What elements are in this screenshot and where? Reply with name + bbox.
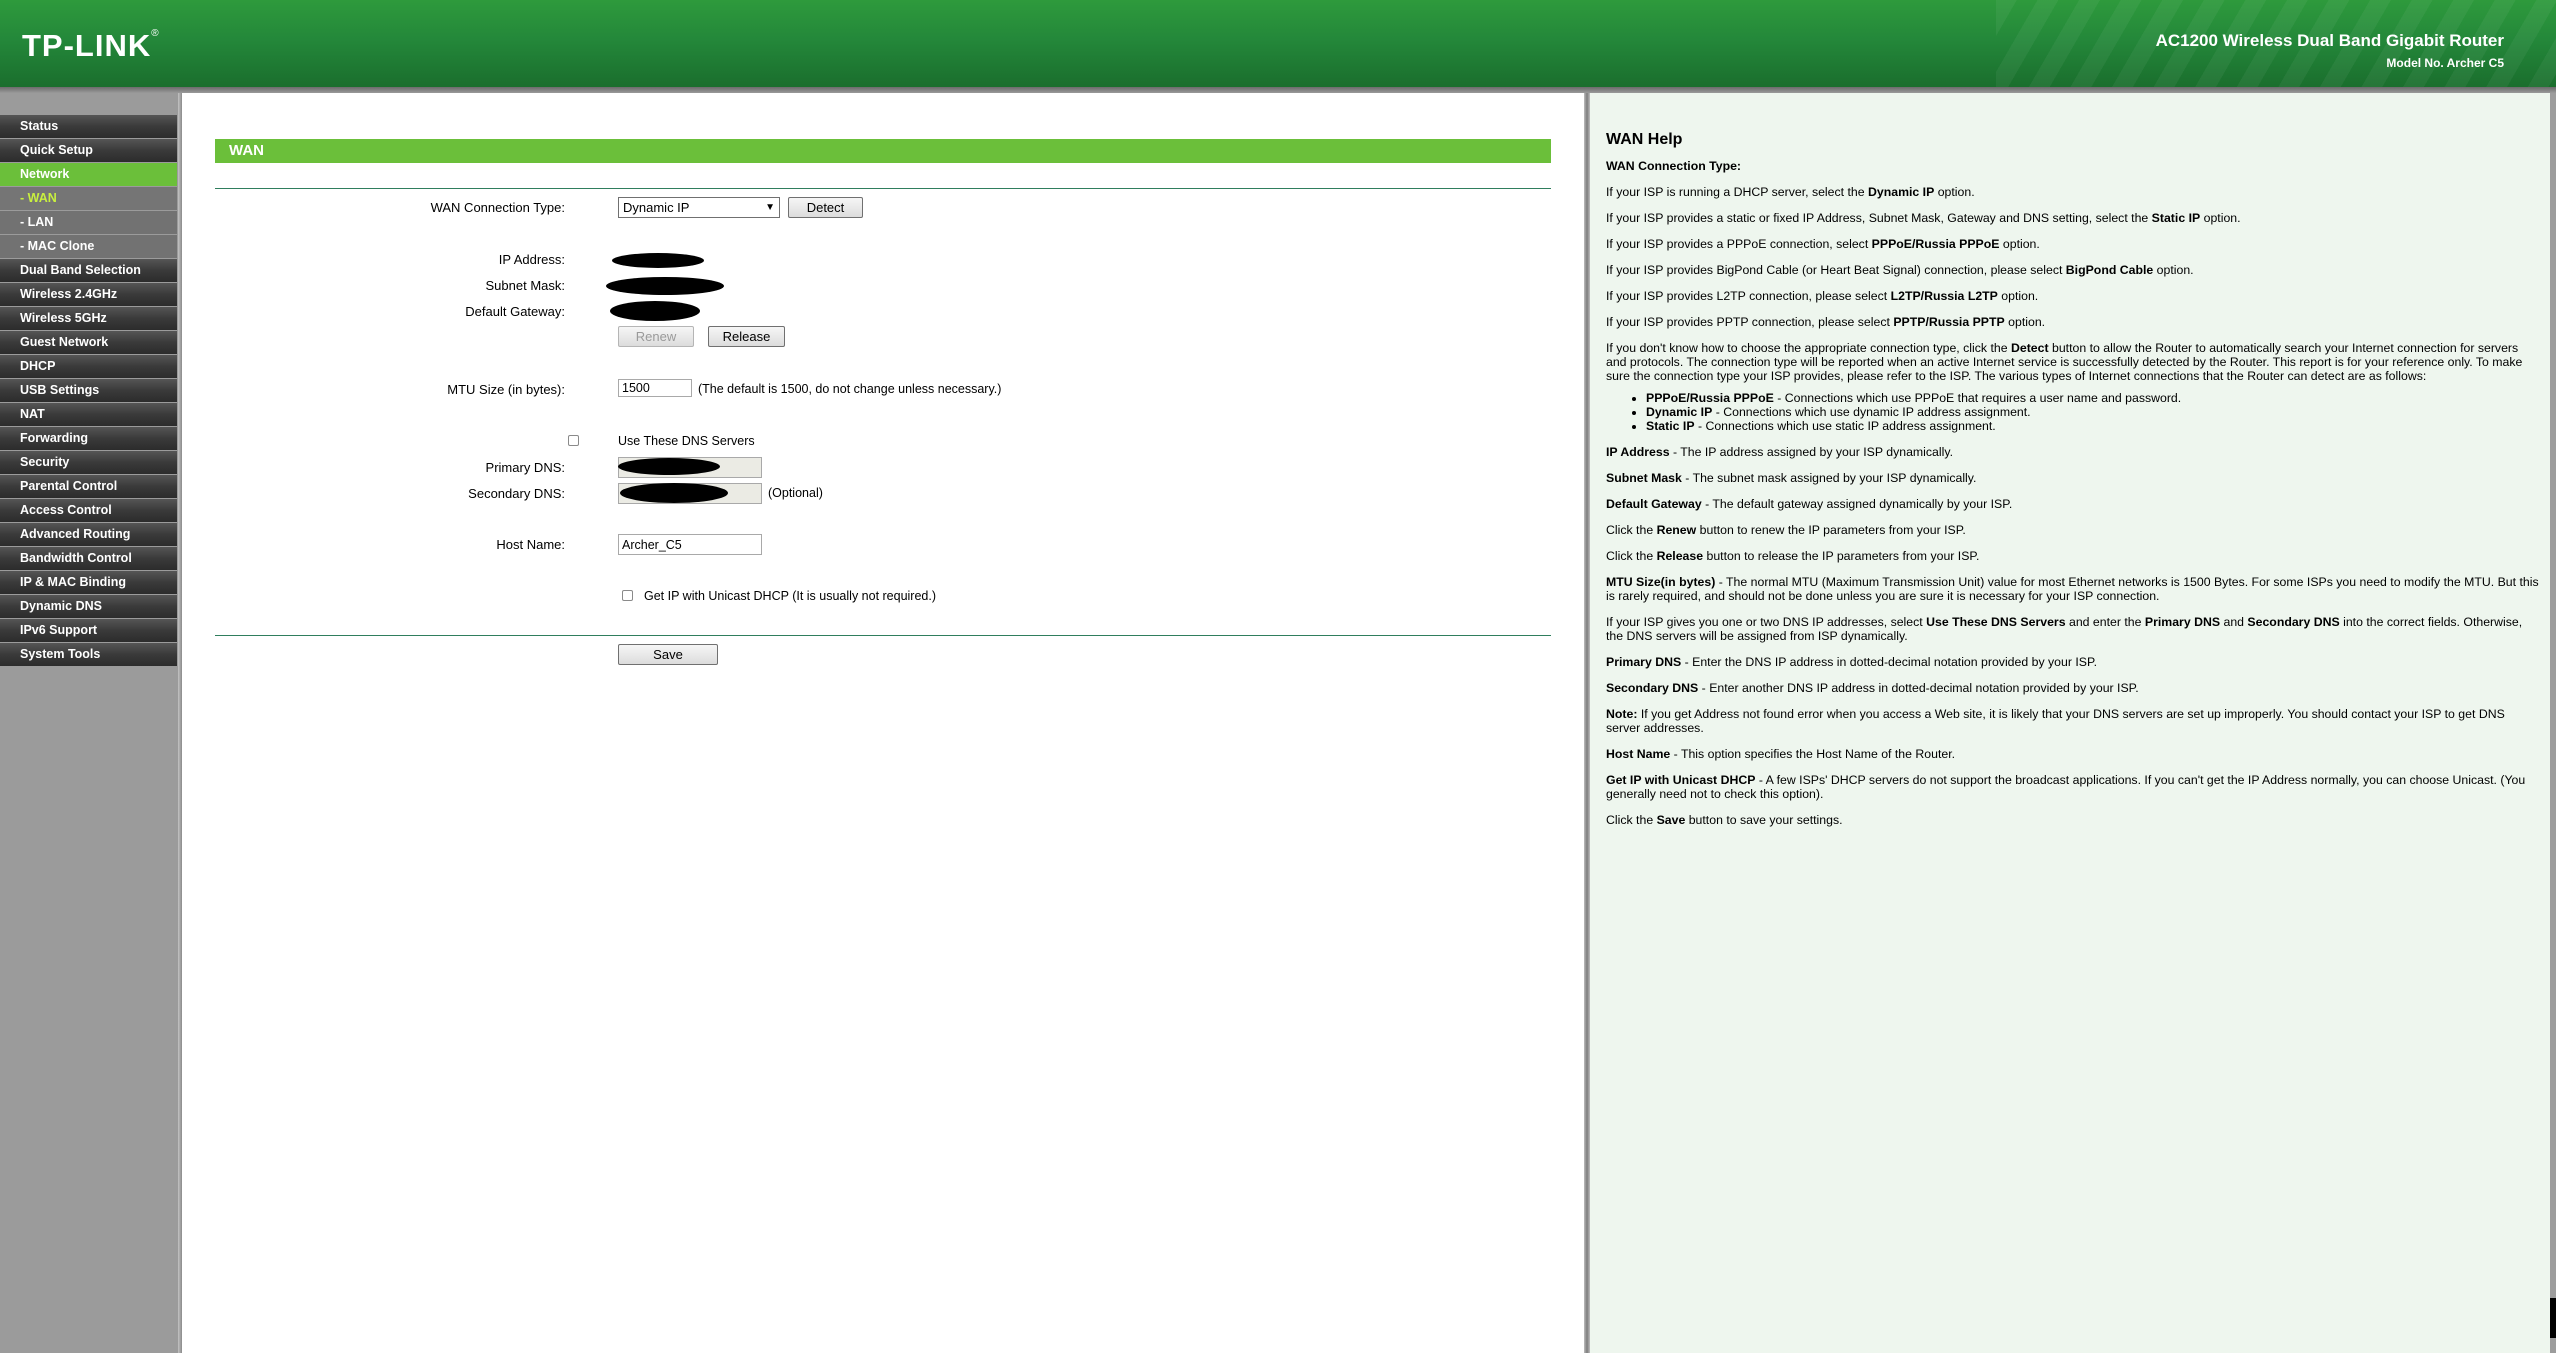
sidebar-menu: Status Quick Setup Network - WAN - LAN -… xyxy=(0,115,177,667)
ip-address-redacted xyxy=(612,253,704,268)
use-dns-servers-label: Use These DNS Servers xyxy=(618,434,755,448)
divider-bottom xyxy=(215,635,1551,636)
divider-top xyxy=(215,188,1551,189)
use-dns-servers-checkbox[interactable] xyxy=(568,435,579,446)
unicast-dhcp-checkbox[interactable] xyxy=(622,590,633,601)
sidebar-item-usb-settings[interactable]: USB Settings xyxy=(0,379,177,402)
help-text: Default Gateway - The default gateway as… xyxy=(1606,497,2013,511)
tp-link-logo: TP-LINK® xyxy=(22,28,160,63)
help-text: If your ISP is running a DHCP server, se… xyxy=(1606,185,1975,199)
detect-button[interactable]: Detect xyxy=(788,197,863,218)
sidebar-item-guest-network[interactable]: Guest Network xyxy=(0,331,177,354)
help-text: IP Address - The IP address assigned by … xyxy=(1606,445,1953,459)
primary-dns-label: Primary DNS: xyxy=(485,460,565,475)
scrollbar-thumb[interactable] xyxy=(2550,1298,2556,1338)
secondary-dns-label: Secondary DNS: xyxy=(468,486,565,501)
help-text: If your ISP provides a static or fixed I… xyxy=(1606,211,2241,225)
default-gateway-label: Default Gateway: xyxy=(465,304,565,319)
sidebar-item-wan[interactable]: - WAN xyxy=(0,187,177,210)
unicast-dhcp-label: Get IP with Unicast DHCP (It is usually … xyxy=(644,589,937,603)
mtu-size-input[interactable] xyxy=(618,379,692,397)
help-subtitle: WAN Connection Type: xyxy=(1606,159,1742,173)
secondary-dns-redacted xyxy=(620,483,728,503)
subnet-mask-label: Subnet Mask: xyxy=(485,278,566,293)
sidebar-item-dhcp[interactable]: DHCP xyxy=(0,355,177,378)
page-title: WAN xyxy=(215,139,1551,163)
wan-connection-type-value: Dynamic IP xyxy=(623,200,690,215)
help-text: If you don't know how to choose the appr… xyxy=(1606,341,2523,383)
subnet-mask-redacted xyxy=(606,277,724,295)
sidebar-item-ip-mac-binding[interactable]: IP & MAC Binding xyxy=(0,571,177,594)
sidebar-item-nat[interactable]: NAT xyxy=(0,403,177,426)
sidebar-item-system-tools[interactable]: System Tools xyxy=(0,643,177,666)
window-scrollbar[interactable] xyxy=(2550,93,2556,1353)
help-panel: WAN Help WAN Connection Type: If your IS… xyxy=(1590,93,2556,1353)
help-text: If your ISP provides L2TP connection, pl… xyxy=(1606,289,2039,303)
renew-button[interactable]: Renew xyxy=(618,326,694,347)
help-text: Click the Renew button to renew the IP p… xyxy=(1606,523,1966,537)
sidebar-item-forwarding[interactable]: Forwarding xyxy=(0,427,177,450)
help-text: MTU Size(in bytes) - The normal MTU (Max… xyxy=(1606,575,2539,603)
sidebar-item-access-control[interactable]: Access Control xyxy=(0,499,177,522)
help-text: Get IP with Unicast DHCP - A few ISPs' D… xyxy=(1606,773,2526,801)
sidebar-item-security[interactable]: Security xyxy=(0,451,177,474)
wan-connection-type-select[interactable]: Dynamic IP ▼ xyxy=(618,197,780,218)
header-banner: TP-LINK® AC1200 Wireless Dual Band Gigab… xyxy=(0,0,2556,87)
dropdown-arrow-icon: ▼ xyxy=(765,202,775,213)
mtu-size-note: (The default is 1500, do not change unle… xyxy=(698,382,1002,396)
sidebar-item-wireless-2-4ghz[interactable]: Wireless 2.4GHz xyxy=(0,283,177,306)
sidebar-item-quick-setup[interactable]: Quick Setup xyxy=(0,139,177,162)
wan-connection-type-label: WAN Connection Type: xyxy=(430,200,565,215)
default-gateway-redacted xyxy=(610,301,700,321)
save-button[interactable]: Save xyxy=(618,644,718,665)
sidebar-item-dual-band-selection[interactable]: Dual Band Selection xyxy=(0,259,177,282)
help-text: Click the Save button to save your setti… xyxy=(1606,813,1843,827)
release-button[interactable]: Release xyxy=(708,326,785,347)
sidebar-item-advanced-routing[interactable]: Advanced Routing xyxy=(0,523,177,546)
ip-address-label: IP Address: xyxy=(498,252,565,267)
help-list: PPPoE/Russia PPPoE - Connections which u… xyxy=(1606,391,2542,433)
sidebar-item-wireless-5ghz[interactable]: Wireless 5GHz xyxy=(0,307,177,330)
sidebar-item-mac-clone[interactable]: - MAC Clone xyxy=(0,235,177,258)
help-text: Subnet Mask - The subnet mask assigned b… xyxy=(1606,471,1977,485)
list-item: Dynamic IP - Connections which use dynam… xyxy=(1646,405,2542,419)
help-title: WAN Help xyxy=(1606,131,1683,148)
sidebar-item-network[interactable]: Network xyxy=(0,163,177,186)
mtu-size-label: MTU Size (in bytes): xyxy=(447,382,565,397)
help-text: Click the Release button to release the … xyxy=(1606,549,1980,563)
product-name: AC1200 Wireless Dual Band Gigabit Router xyxy=(2155,31,2504,50)
sidebar-item-ipv6-support[interactable]: IPv6 Support xyxy=(0,619,177,642)
help-text: If your ISP gives you one or two DNS IP … xyxy=(1606,615,2523,643)
help-text: If your ISP provides BigPond Cable (or H… xyxy=(1606,263,2194,277)
help-text: If your ISP provides a PPPoE connection,… xyxy=(1606,237,2040,251)
help-text: Primary DNS - Enter the DNS IP address i… xyxy=(1606,655,2098,669)
help-text: Host Name - This option specifies the Ho… xyxy=(1606,747,1956,761)
help-text: If your ISP provides PPTP connection, pl… xyxy=(1606,315,2046,329)
sidebar: Status Quick Setup Network - WAN - LAN -… xyxy=(0,93,178,1353)
sidebar-item-status[interactable]: Status xyxy=(0,115,177,138)
sidebar-item-dynamic-dns[interactable]: Dynamic DNS xyxy=(0,595,177,618)
list-item: Static IP - Connections which use static… xyxy=(1646,419,2542,433)
main-panel: WAN WAN Connection Type: Dynamic IP ▼ De… xyxy=(182,93,1584,1353)
sidebar-item-bandwidth-control[interactable]: Bandwidth Control xyxy=(0,547,177,570)
host-name-label: Host Name: xyxy=(496,537,565,552)
sidebar-item-lan[interactable]: - LAN xyxy=(0,211,177,234)
list-item: PPPoE/Russia PPPoE - Connections which u… xyxy=(1646,391,2542,405)
help-text: Secondary DNS - Enter another DNS IP add… xyxy=(1606,681,2139,695)
model-number: Model No. Archer C5 xyxy=(2386,56,2504,70)
primary-dns-redacted xyxy=(618,458,720,475)
secondary-dns-optional-note: (Optional) xyxy=(768,486,823,500)
host-name-input[interactable] xyxy=(618,534,762,555)
sidebar-item-parental-control[interactable]: Parental Control xyxy=(0,475,177,498)
help-text: Note: If you get Address not found error… xyxy=(1606,707,2505,735)
